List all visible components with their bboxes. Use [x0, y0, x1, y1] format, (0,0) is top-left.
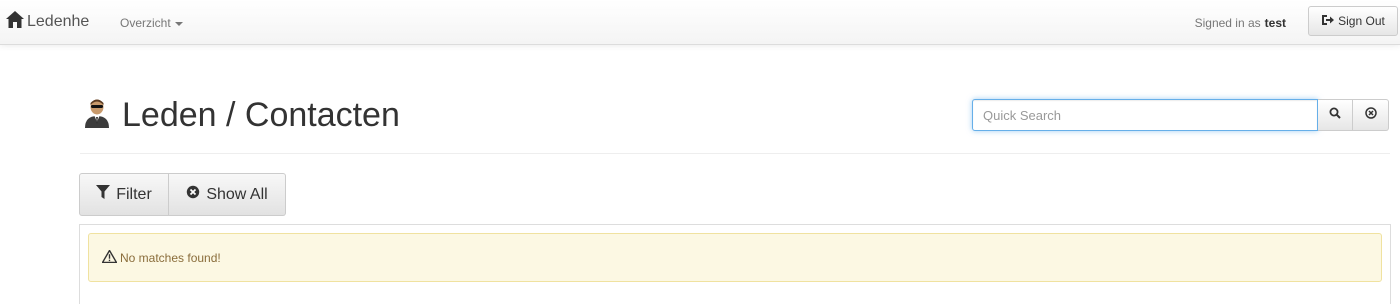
page-header: Leden / Contacten	[80, 90, 1390, 154]
clear-icon	[1364, 106, 1377, 124]
quick-search-group	[972, 99, 1389, 131]
show-all-button[interactable]: Show All	[169, 173, 286, 216]
caret-down-icon	[174, 22, 183, 26]
username: test	[1264, 16, 1286, 30]
user-agent-icon	[80, 98, 122, 133]
overzicht-dropdown[interactable]: Overzicht	[120, 14, 183, 32]
search-icon	[1329, 106, 1341, 124]
sign-out-icon	[1321, 14, 1338, 29]
results-panel: No matches found!	[79, 224, 1391, 304]
brand-link[interactable]: Ledenhe	[6, 11, 90, 33]
quick-search-input[interactable]	[972, 99, 1318, 131]
home-icon	[6, 11, 27, 33]
clear-search-button[interactable]	[1353, 99, 1389, 131]
remove-circle-icon	[186, 185, 206, 204]
no-results-message: No matches found!	[120, 250, 221, 265]
sign-out-button[interactable]: Sign Out	[1308, 6, 1398, 36]
filter-icon	[96, 185, 116, 204]
no-results-alert: No matches found!	[88, 233, 1382, 282]
show-all-label: Show All	[206, 185, 268, 203]
overzicht-label: Overzicht	[120, 16, 171, 30]
search-button[interactable]	[1318, 99, 1353, 131]
signed-in-prefix: Signed in as	[1194, 16, 1261, 30]
sign-out-label: Sign Out	[1338, 14, 1385, 28]
brand-label: Ledenhe	[27, 13, 90, 30]
signed-in-status: Signed in as test	[1195, 14, 1286, 32]
title-wrap: Leden / Contacten	[80, 96, 400, 135]
top-navbar: Ledenhe Overzicht Signed in as test Sign…	[0, 0, 1400, 45]
page-title: Leden / Contacten	[122, 96, 400, 134]
filter-label: Filter	[116, 185, 152, 203]
filter-button[interactable]: Filter	[79, 173, 169, 216]
warning-icon	[101, 249, 120, 266]
list-toolbar: Filter Show All	[79, 173, 286, 216]
